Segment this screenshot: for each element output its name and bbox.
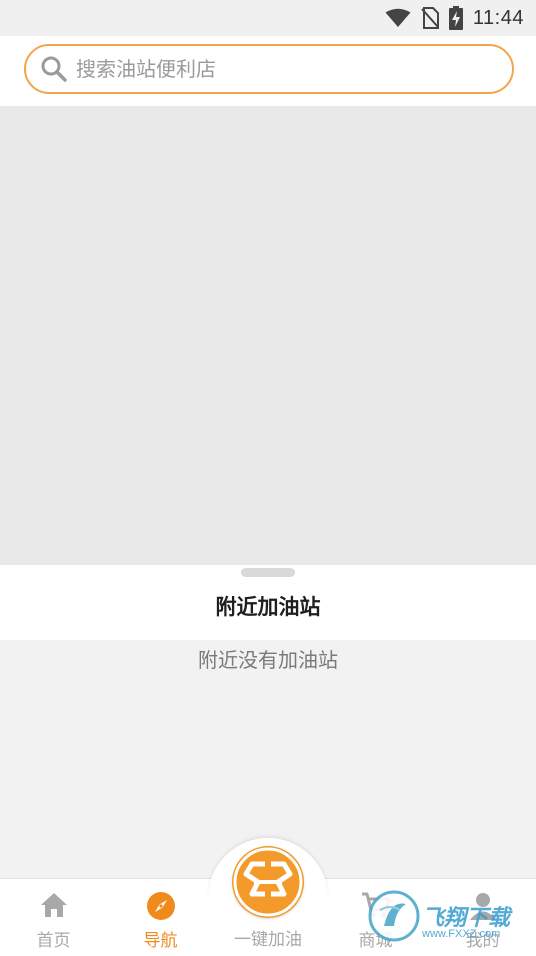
search-box[interactable] <box>24 44 514 94</box>
station-sheet-header[interactable]: 附近加油站 <box>0 565 536 640</box>
wifi-icon <box>385 8 411 27</box>
nav-label-home: 首页 <box>36 931 71 951</box>
search-input[interactable] <box>74 56 478 82</box>
nav-label-refuel: 一键加油 <box>234 930 302 950</box>
status-icons: 11:44 <box>385 0 524 36</box>
search-bar <box>0 36 536 106</box>
no-sim-icon <box>421 7 439 29</box>
refuel-logo-icon <box>233 847 303 917</box>
watermark-url: www.FXXZ.com <box>422 928 501 940</box>
nav-item-navigation[interactable]: 导航 <box>107 879 214 953</box>
empty-state-text: 附近没有加油站 <box>198 648 338 672</box>
watermark: 飞翔下载 www.FXXZ.com <box>360 880 536 952</box>
status-bar: 11:44 <box>0 0 536 36</box>
nav-label-navigation: 导航 <box>143 931 178 951</box>
battery-charging-icon <box>448 6 463 30</box>
status-time: 11:44 <box>472 6 524 29</box>
compass-icon <box>146 892 175 920</box>
refuel-button[interactable] <box>232 846 304 918</box>
sheet-title: 附近加油站 <box>215 595 321 619</box>
home-icon <box>40 893 67 917</box>
nav-item-home[interactable]: 首页 <box>0 879 107 953</box>
map-view[interactable] <box>0 106 536 565</box>
search-icon <box>41 56 67 82</box>
sheet-drag-handle[interactable] <box>241 568 295 577</box>
